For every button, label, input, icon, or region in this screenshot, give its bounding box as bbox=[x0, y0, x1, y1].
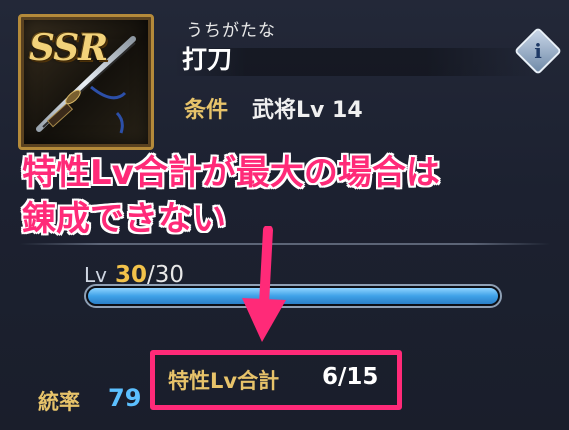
condition-value: 武将Lv 14 bbox=[252, 98, 363, 123]
info-icon[interactable]: i bbox=[521, 34, 555, 68]
arrow-down-icon bbox=[242, 226, 286, 342]
item-reading: うちがたな bbox=[186, 21, 276, 41]
item-detail-panel: SSR うちがたな 打刀 i 条件 武将Lv 14 特性Lv合計が最大の場合は … bbox=[0, 0, 569, 430]
rarity-badge: SSR bbox=[29, 27, 108, 69]
item-portrait[interactable]: SSR bbox=[18, 14, 154, 150]
trait-total-label: 特性Lv合計 bbox=[168, 369, 280, 393]
warning-line-1: 特性Lv合計が最大の場合は bbox=[22, 153, 440, 193]
command-stat-value: 79 bbox=[108, 384, 142, 412]
command-stat-label: 統率 bbox=[38, 390, 80, 414]
trait-total-value: 6/15 bbox=[322, 364, 379, 390]
item-name: 打刀 bbox=[182, 45, 233, 74]
condition-label: 条件 bbox=[184, 98, 229, 123]
